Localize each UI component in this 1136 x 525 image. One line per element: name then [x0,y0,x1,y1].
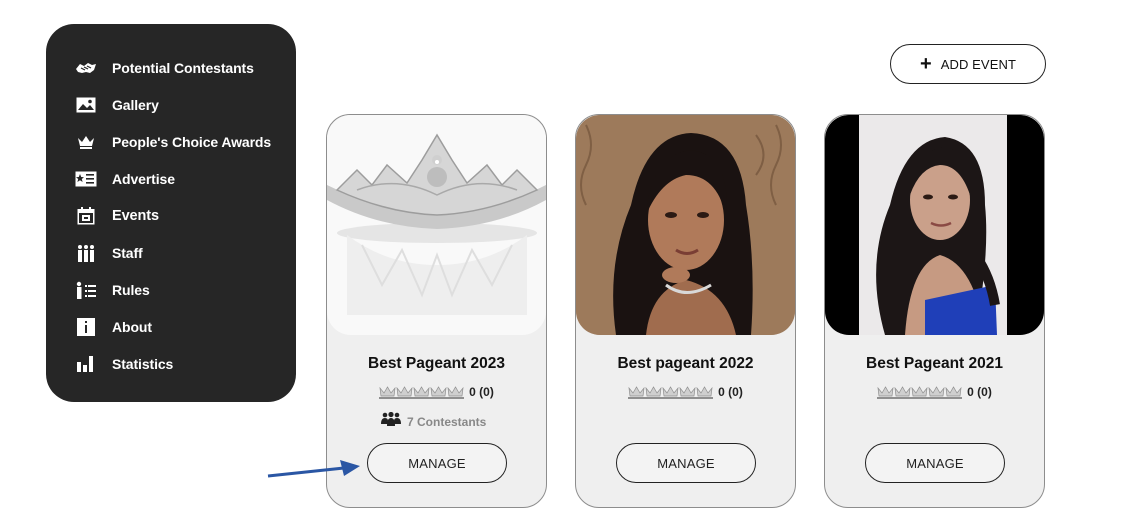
add-event-button[interactable]: + ADD EVENT [890,44,1046,84]
sidebar-item-rules[interactable]: Rules [46,271,296,308]
sidebar: Potential Contestants Gallery People's C… [46,24,296,402]
group-icon [381,411,401,431]
event-title: Best Pageant 2023 [368,355,505,372]
sidebar-item-label: Staff [112,244,143,261]
sidebar-item-gallery[interactable]: Gallery [46,86,296,123]
event-image [327,115,546,335]
sidebar-item-events[interactable]: Events [46,197,296,234]
sidebar-item-label: Potential Contestants [112,59,254,76]
event-image [825,115,1044,335]
rating-crowns-icon [877,385,963,399]
event-card: Best pageant 2022 0 (0) MANAGE [575,114,796,508]
handshake-icon [75,58,97,78]
manage-button[interactable]: MANAGE [367,443,507,483]
info-icon [75,317,97,337]
sidebar-item-about[interactable]: About [46,308,296,345]
sidebar-item-potential-contestants[interactable]: Potential Contestants [46,49,296,86]
ad-card-icon [75,169,97,189]
bar-chart-icon [75,354,97,374]
crown-icon [75,132,97,152]
event-card: Best Pageant 2021 0 (0) MANAGE [824,114,1045,508]
event-card: Best Pageant 2023 0 (0) 7 Contestants MA… [326,114,547,508]
manage-button[interactable]: MANAGE [616,443,756,483]
add-event-label: ADD EVENT [940,56,1016,72]
sidebar-item-peoples-choice-awards[interactable]: People's Choice Awards [46,123,296,160]
sidebar-item-staff[interactable]: Staff [46,234,296,271]
event-title: Best pageant 2022 [617,355,754,372]
sidebar-item-label: Statistics [112,355,174,372]
sidebar-item-label: Rules [112,281,150,298]
rating-value: 0 (0) [967,385,992,399]
sidebar-item-advertise[interactable]: Advertise [46,160,296,197]
rating-value: 0 (0) [469,385,494,399]
contestants-count: 7 Contestants [381,411,487,431]
sidebar-item-label: Advertise [112,170,175,187]
sidebar-item-statistics[interactable]: Statistics [46,345,296,382]
calendar-icon [75,206,97,226]
events-page: Potential Contestants Gallery People's C… [0,0,1136,525]
image-icon [75,95,97,115]
rating-crowns-icon [379,385,465,399]
sidebar-item-label: About [112,318,152,335]
sidebar-item-label: People's Choice Awards [112,133,272,150]
event-image [576,115,795,335]
sidebar-item-label: Gallery [112,96,159,113]
manage-button[interactable]: MANAGE [865,443,1005,483]
rating-crowns-icon [628,385,714,399]
rating-value: 0 (0) [718,385,743,399]
rules-list-icon [75,280,97,300]
annotation-arrow-icon [267,460,360,478]
event-title: Best Pageant 2021 [866,355,1003,372]
event-rating: 0 (0) [327,385,546,399]
sidebar-item-label: Events [112,207,159,224]
people-icon [75,243,97,263]
event-rating: 0 (0) [825,385,1044,399]
contestants-label: 7 Contestants [407,414,487,429]
event-rating: 0 (0) [576,385,795,399]
plus-icon: + [920,53,932,75]
